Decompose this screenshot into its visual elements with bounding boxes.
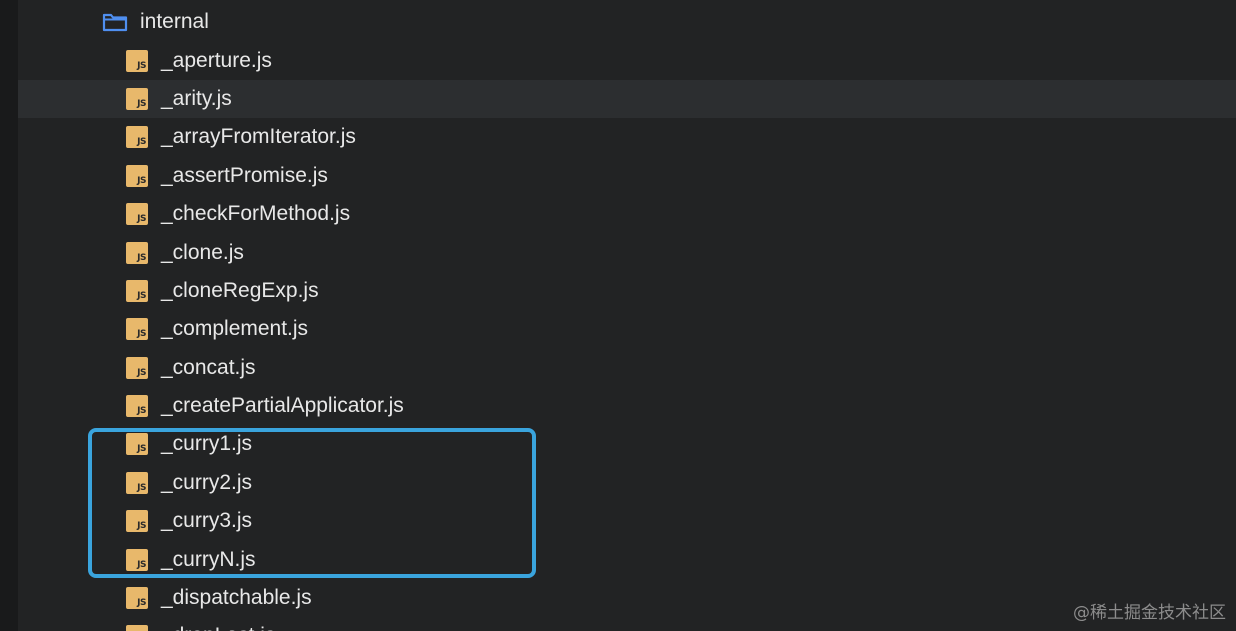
file-label: _clone.js xyxy=(161,240,244,264)
file-row[interactable]: JS _checkForMethod.js xyxy=(18,195,1236,233)
file-label: _aperture.js xyxy=(161,48,272,72)
file-label: _curryN.js xyxy=(161,547,256,571)
js-icon-text: JS xyxy=(137,329,146,340)
js-file-icon: JS xyxy=(126,471,148,494)
file-label: _curry3.js xyxy=(161,509,253,533)
file-label: _complement.js xyxy=(161,317,309,341)
js-file-icon: JS xyxy=(126,126,148,149)
js-icon-text: JS xyxy=(137,60,146,71)
js-icon-text: JS xyxy=(137,444,146,455)
file-row[interactable]: JS _clone.js xyxy=(18,233,1236,271)
js-file-icon: JS xyxy=(126,587,148,610)
js-file-icon: JS xyxy=(126,87,148,110)
file-label: _dispatchable.js xyxy=(161,586,312,610)
js-icon-text: JS xyxy=(137,98,146,109)
left-gutter xyxy=(0,0,18,631)
js-file-icon: JS xyxy=(126,625,148,631)
js-file-icon: JS xyxy=(126,279,148,302)
js-file-icon: JS xyxy=(126,395,148,418)
js-icon-text: JS xyxy=(137,406,146,417)
js-file-icon: JS xyxy=(126,510,148,533)
file-row[interactable]: JS _aperture.js xyxy=(18,41,1236,79)
js-file-icon: JS xyxy=(126,164,148,187)
file-label: _cloneRegExp.js xyxy=(161,278,319,302)
file-label: _assertPromise.js xyxy=(161,163,328,187)
file-label: _arity.js xyxy=(161,86,232,110)
file-list: JS _aperture.js JS _arity.js JS _arrayFromIte… xyxy=(18,41,1236,631)
js-file-icon: JS xyxy=(126,433,148,456)
file-row[interactable]: JS _arrayFromIterator.js xyxy=(18,118,1236,156)
file-label: _arrayFromIterator.js xyxy=(161,125,356,149)
file-tree: internal JS _aperture.js JS _arity.js JS _arr… xyxy=(18,3,1236,631)
js-icon-text: JS xyxy=(137,214,146,225)
file-row[interactable]: JS _curryN.js xyxy=(18,540,1236,578)
file-row[interactable]: JS _concat.js xyxy=(18,349,1236,387)
js-icon-text: JS xyxy=(137,521,146,532)
js-file-icon: JS xyxy=(126,356,148,379)
file-label: _dropLast.js xyxy=(161,624,275,631)
js-file-icon: JS xyxy=(126,548,148,571)
file-label: _curry1.js xyxy=(161,432,253,456)
file-row[interactable]: JS _curry3.js xyxy=(18,502,1236,540)
js-icon-text: JS xyxy=(137,559,146,570)
js-file-icon: JS xyxy=(126,49,148,72)
file-label: _concat.js xyxy=(161,355,256,379)
js-file-icon: JS xyxy=(126,241,148,264)
file-label: _checkForMethod.js xyxy=(161,202,351,226)
file-row[interactable]: JS _assertPromise.js xyxy=(18,157,1236,195)
file-row[interactable]: JS _createPartialApplicator.js xyxy=(18,387,1236,425)
file-row[interactable]: JS _curry1.js xyxy=(18,425,1236,463)
js-icon-text: JS xyxy=(137,598,146,609)
folder-row-internal[interactable]: internal xyxy=(18,3,1236,41)
folder-icon xyxy=(102,12,128,32)
file-row[interactable]: JS _curry2.js xyxy=(18,464,1236,502)
js-icon-text: JS xyxy=(137,175,146,186)
js-file-icon: JS xyxy=(126,203,148,226)
folder-label: internal xyxy=(140,10,209,34)
js-icon-text: JS xyxy=(137,252,146,263)
file-label: _createPartialApplicator.js xyxy=(161,394,404,418)
file-row[interactable]: JS _complement.js xyxy=(18,310,1236,348)
js-icon-text: JS xyxy=(137,137,146,148)
js-icon-text: JS xyxy=(137,290,146,301)
file-label: _curry2.js xyxy=(161,470,253,494)
watermark: @稀土掘金技术社区 xyxy=(1073,603,1226,623)
file-row[interactable]: JS _cloneRegExp.js xyxy=(18,272,1236,310)
file-row[interactable]: JS _arity.js xyxy=(18,79,1236,119)
js-file-icon: JS xyxy=(126,318,148,341)
file-row[interactable]: JS _dropLast.js xyxy=(18,617,1236,631)
js-icon-text: JS xyxy=(137,482,146,493)
file-row[interactable]: JS _dispatchable.js xyxy=(18,579,1236,617)
js-icon-text: JS xyxy=(137,367,146,378)
